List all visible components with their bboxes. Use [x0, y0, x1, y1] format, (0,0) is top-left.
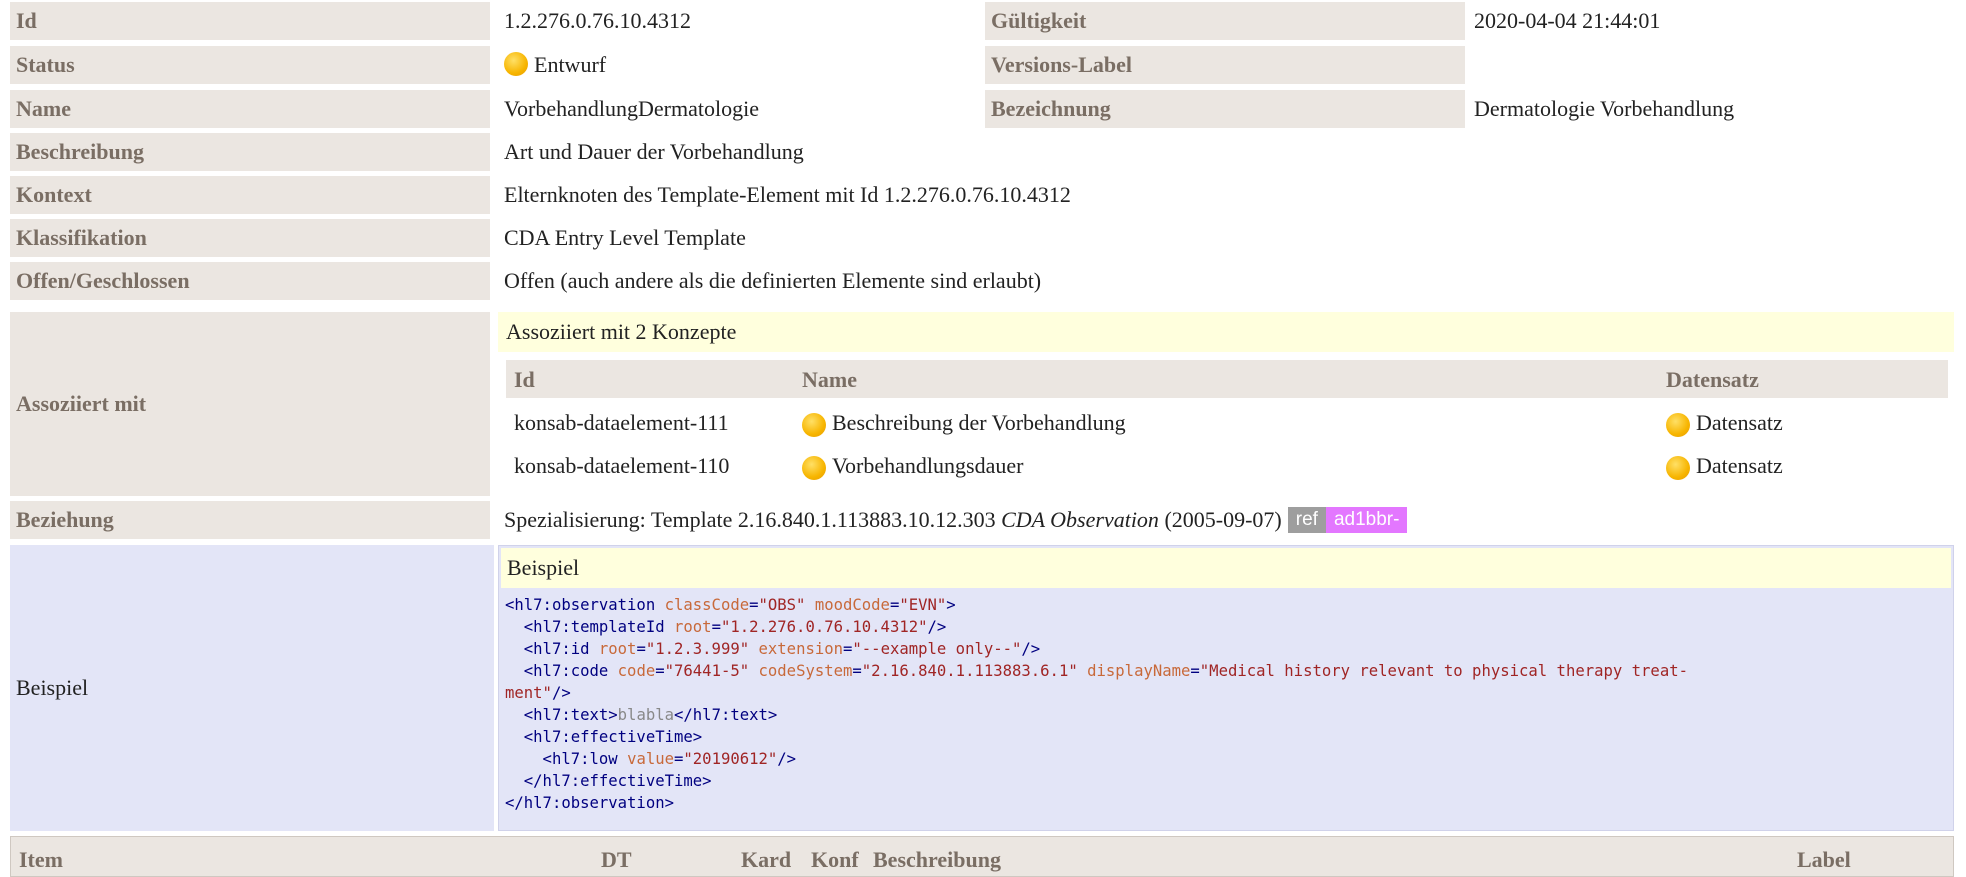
concept-name[interactable]: Vorbehandlungsdauer [832, 453, 1023, 478]
concept-name[interactable]: Beschreibung der Vorbehandlung [832, 410, 1126, 435]
project-id-badge: ad1bbr- [1325, 507, 1408, 533]
row-classification: Klassifikation CDA Entry Level Template [10, 219, 1954, 257]
template-details: Id 1.2.276.0.76.10.4312 Gültigkeit 2020-… [0, 0, 1966, 877]
concept-name-cell[interactable]: Vorbehandlungsdauer [802, 453, 1023, 480]
open-closed-value: Offen (auch andere als die definierten E… [504, 268, 1042, 293]
column-item[interactable]: Item [19, 847, 63, 873]
column-dt[interactable]: DT [601, 847, 632, 873]
status-label: Status [10, 46, 490, 84]
dataset-cell[interactable]: Datensatz [1666, 453, 1783, 480]
item-table-header: Item DT Kard Konf Beschreibung Label [10, 836, 1954, 877]
row-name: Name VorbehandlungDermatologie Bezeichnu… [10, 90, 1954, 128]
validity-label: Gültigkeit [985, 2, 1465, 40]
column-name: Name [802, 367, 857, 392]
associated-label: Assoziiert mit [10, 312, 490, 496]
column-description[interactable]: Beschreibung [873, 847, 1001, 873]
description-value: Art und Dauer der Vorbehandlung [504, 139, 804, 164]
column-id: Id [514, 367, 535, 392]
validity-value: 2020-04-04 21:44:01 [1474, 8, 1661, 33]
row-open-closed: Offen/Geschlossen Offen (auch andere als… [10, 262, 1954, 300]
row-status: Status Entwurf Versions-Label [10, 46, 1954, 84]
concept-id: konsab-dataelement-111 [514, 410, 729, 435]
associated-row: konsab-dataelement-110 Vorbehandlungsdau… [506, 445, 1948, 485]
column-label[interactable]: Label [1797, 847, 1851, 873]
associated-row: konsab-dataelement-111 Beschreibung der … [506, 402, 1948, 442]
id-value: 1.2.276.0.76.10.4312 [504, 8, 691, 33]
dataset-name[interactable]: Datensatz [1696, 410, 1783, 435]
example-label: Beispiel [10, 545, 494, 831]
column-dataset: Datensatz [1666, 367, 1759, 392]
id-label: Id [10, 2, 490, 40]
column-konf[interactable]: Konf [811, 847, 859, 873]
associated-title: Assoziiert mit 2 Konzepte [498, 312, 1954, 352]
status-draft-icon [504, 52, 528, 76]
context-label: Kontext [10, 176, 490, 214]
concept-name-cell[interactable]: Beschreibung der Vorbehandlung [802, 410, 1126, 437]
name-value: VorbehandlungDermatologie [504, 96, 759, 121]
designation-label: Bezeichnung [985, 90, 1465, 128]
classification-value: CDA Entry Level Template [504, 225, 746, 250]
classification-label: Klassifikation [10, 219, 490, 257]
row-relation: Beziehung Spezialisierung: Template 2.16… [10, 501, 1954, 539]
dataset-name[interactable]: Datensatz [1696, 453, 1783, 478]
example-box: Beispiel <hl7:observation classCode="OBS… [498, 545, 1954, 831]
dataset-status-icon [1666, 455, 1690, 480]
column-kard[interactable]: Kard [741, 847, 791, 873]
version-label: Versions-Label [985, 46, 1465, 84]
ref-badge: ref [1287, 507, 1326, 533]
relation-prefix: Spezialisierung: Template 2.16.840.1.113… [504, 507, 996, 532]
relation-label: Beziehung [10, 501, 490, 539]
designation-value: Dermatologie Vorbehandlung [1474, 96, 1735, 121]
relation-template-name[interactable]: CDA Observation [1001, 507, 1159, 533]
associated-columns: Id Name Datensatz [506, 360, 1948, 398]
relation-value: Spezialisierung: Template 2.16.840.1.113… [500, 501, 1408, 539]
example-code: <hl7:observation classCode="OBS" moodCod… [505, 596, 1688, 812]
relation-date: (2005-09-07) [1164, 507, 1282, 532]
concept-status-icon [802, 455, 826, 480]
context-value: Elternknoten des Template-Element mit Id… [504, 182, 1071, 207]
name-label: Name [10, 90, 490, 128]
description-label: Beschreibung [10, 133, 490, 171]
concept-id: konsab-dataelement-110 [514, 453, 730, 478]
concept-status-icon [802, 412, 826, 437]
example-title: Beispiel [501, 548, 1951, 588]
row-description: Beschreibung Art und Dauer der Vorbehand… [10, 133, 1954, 171]
status-text: Entwurf [534, 52, 607, 77]
row-context: Kontext Elternknoten des Template-Elemen… [10, 176, 1954, 214]
open-closed-label: Offen/Geschlossen [10, 262, 490, 300]
status-value: Entwurf [500, 46, 606, 84]
dataset-status-icon [1666, 412, 1690, 437]
dataset-cell[interactable]: Datensatz [1666, 410, 1783, 437]
row-id: Id 1.2.276.0.76.10.4312 Gültigkeit 2020-… [10, 2, 1954, 40]
